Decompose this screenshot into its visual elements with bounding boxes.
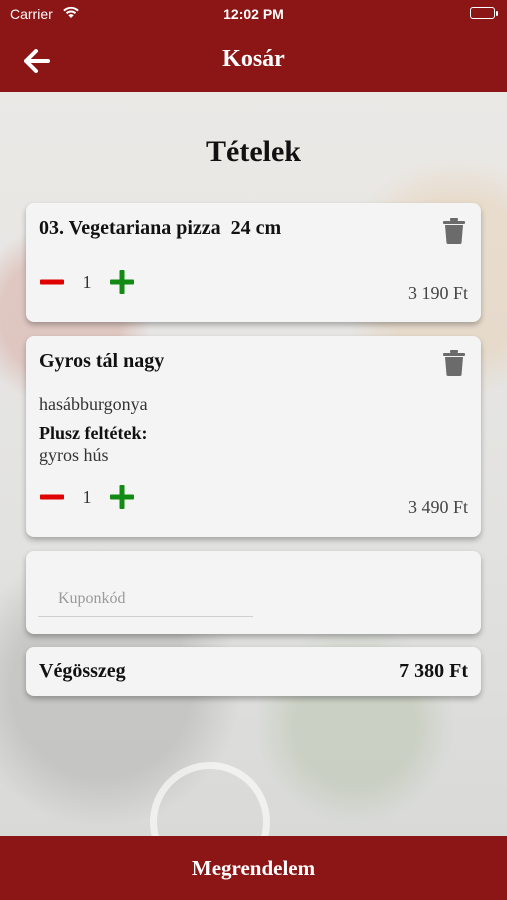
cart-item-card: 03. Vegetariana pizza 24 cm 1 3 190 Ft [26,203,481,322]
top-bar: Carrier 12:02 PM Kosár [0,0,507,92]
minus-icon [40,494,64,500]
status-bar: Carrier 12:02 PM [0,0,507,28]
coupon-card [26,551,481,634]
plus-icon [110,485,134,509]
item-price: 3 490 Ft [407,497,468,517]
quantity-stepper: 1 [39,484,135,510]
increase-quantity-button[interactable] [109,269,135,295]
item-name: 03. Vegetariana pizza 24 cm [39,217,282,239]
total-card: Végösszeg 7 380 Ft [26,647,481,696]
total-value: 7 380 Ft [399,660,468,682]
cart-item-card: Gyros tál nagy hasábburgonya Plusz felté… [26,336,481,537]
quantity-value: 1 [82,271,92,292]
extras-label: Plusz feltétek: [39,423,148,443]
coupon-input[interactable] [38,581,253,617]
total-label: Végösszeg [39,660,126,682]
quantity-value: 1 [82,486,92,507]
order-button[interactable]: Megrendelem [0,836,507,900]
battery-icon [470,7,498,19]
trash-icon [443,350,465,376]
plus-icon [110,270,134,294]
item-side: hasábburgonya [39,394,148,414]
decrease-quantity-button[interactable] [39,484,65,510]
section-title: Tételek [206,135,301,168]
item-price: 3 190 Ft [407,283,468,303]
decrease-quantity-button[interactable] [39,269,65,295]
delete-item-button[interactable] [443,218,465,244]
header-title: Kosár [222,46,285,72]
quantity-stepper: 1 [39,269,135,295]
minus-icon [40,279,64,285]
delete-item-button[interactable] [443,350,465,376]
item-extras: gyros hús [39,445,109,465]
item-name: Gyros tál nagy [39,350,165,372]
increase-quantity-button[interactable] [109,484,135,510]
status-time: 12:02 PM [223,6,284,22]
trash-icon [443,218,465,244]
